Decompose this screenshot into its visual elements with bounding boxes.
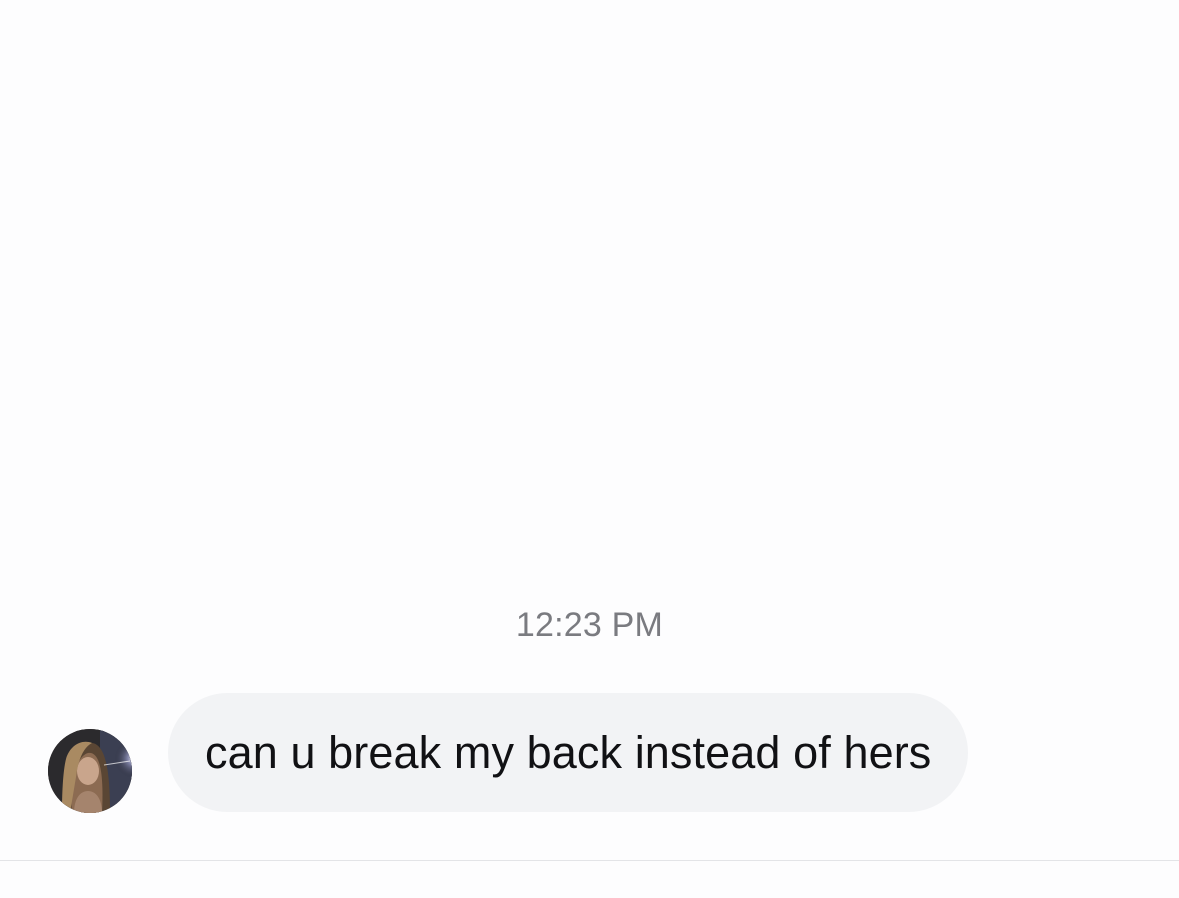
- composer-area[interactable]: [0, 861, 1179, 898]
- message-timestamp: 12:23 PM: [515, 606, 664, 644]
- message-bubble[interactable]: can u break my back instead of hers: [168, 693, 969, 812]
- chat-thread[interactable]: 12:23 PM can u break my back instead of …: [0, 0, 1179, 860]
- sender-avatar[interactable]: [48, 729, 132, 813]
- user-avatar-photo-icon: [48, 729, 132, 813]
- message-text: can u break my back instead of hers: [205, 726, 932, 778]
